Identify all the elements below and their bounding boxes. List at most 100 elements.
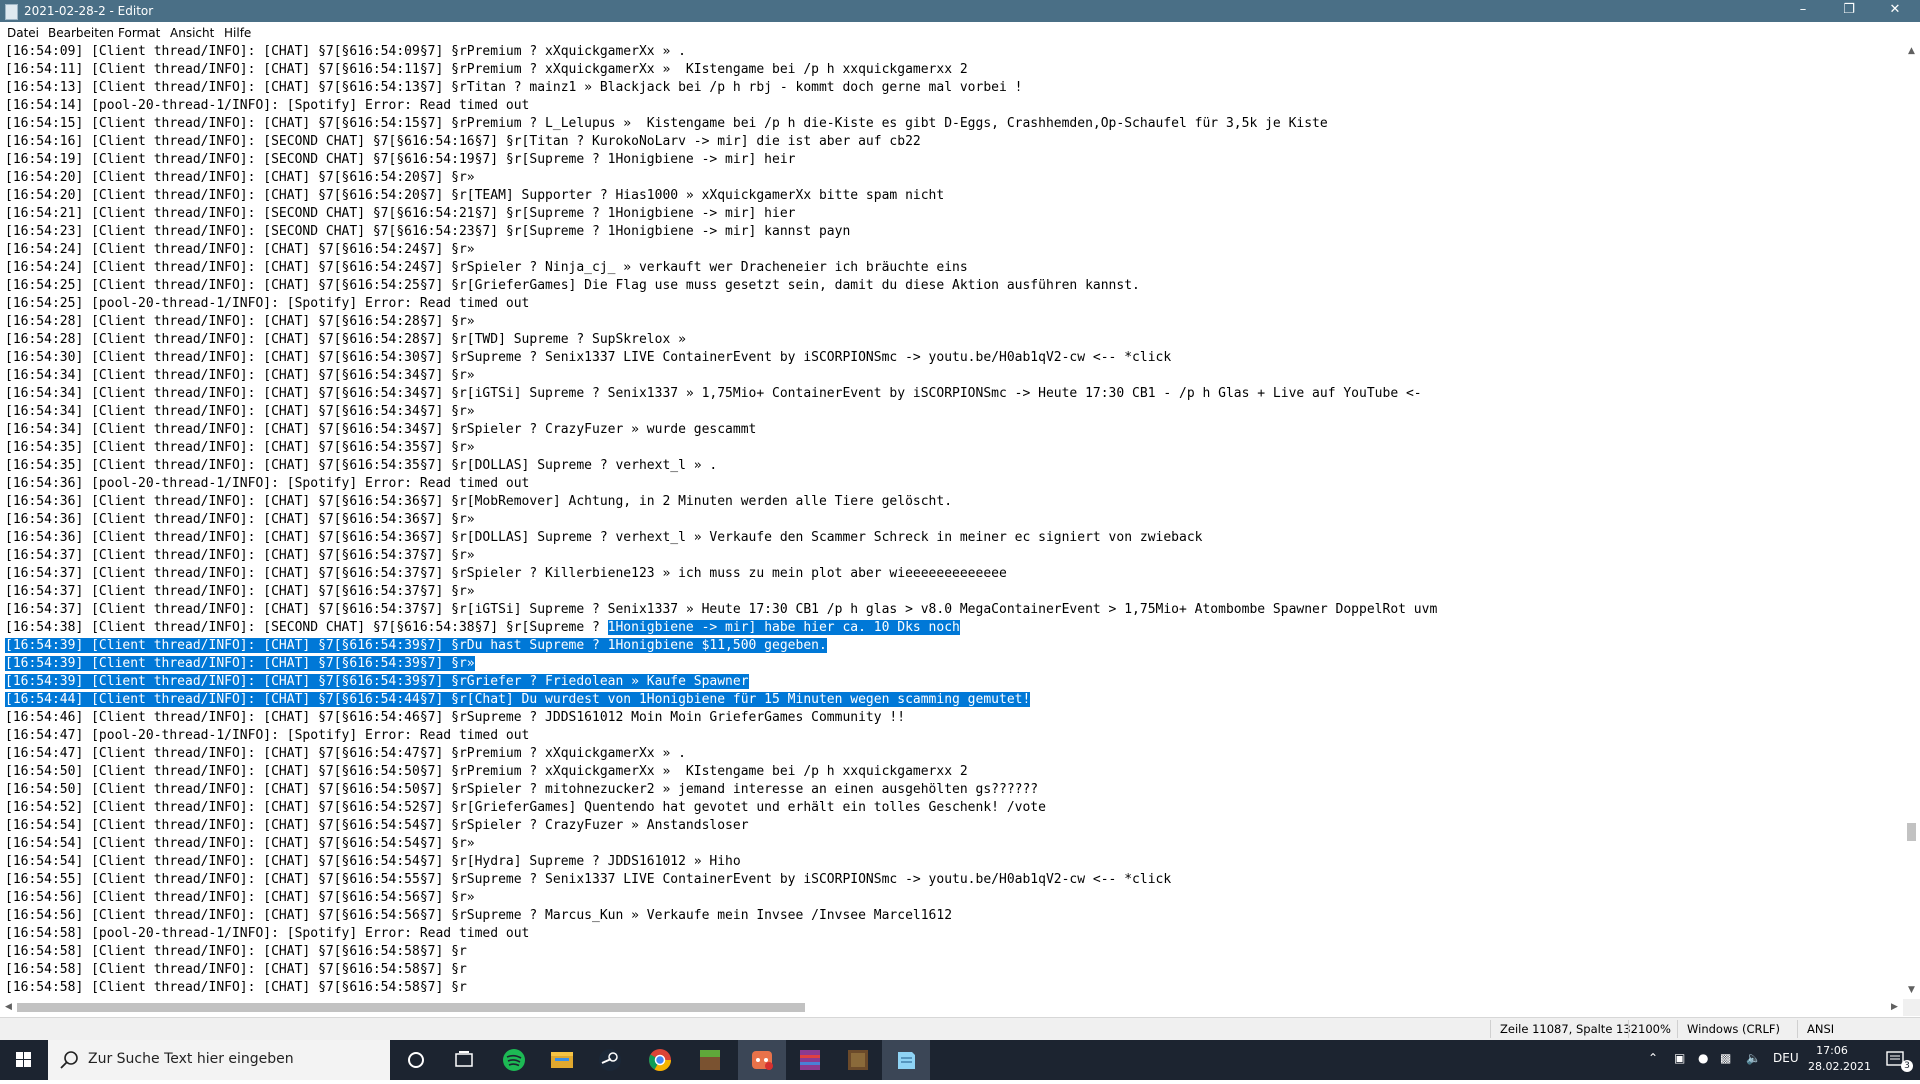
scroll-down-icon[interactable]: ▼ [1903, 982, 1920, 999]
cortana-icon[interactable] [392, 1040, 440, 1080]
log-line: [16:54:56] [Client thread/INFO]: [CHAT] … [5, 907, 952, 925]
log-line-text: [16:54:36] [Client thread/INFO]: [CHAT] … [5, 512, 475, 527]
log-line: [16:54:36] [pool-20-thread-1/INFO]: [Spo… [5, 475, 529, 493]
chrome-icon[interactable] [636, 1040, 684, 1080]
log-line-text: [16:54:58] [Client thread/INFO]: [CHAT] … [5, 962, 467, 977]
log-line-text: [16:54:28] [Client thread/INFO]: [CHAT] … [5, 314, 475, 329]
log-line-text: [16:54:46] [Client thread/INFO]: [CHAT] … [5, 710, 906, 725]
spotify-icon[interactable] [490, 1040, 538, 1080]
log-line: [16:54:35] [Client thread/INFO]: [CHAT] … [5, 457, 717, 475]
log-line: [16:54:47] [Client thread/INFO]: [CHAT] … [5, 745, 686, 763]
minecraft-launcher-icon[interactable] [834, 1040, 882, 1080]
log-line: [16:54:36] [Client thread/INFO]: [CHAT] … [5, 493, 952, 511]
steam-icon[interactable] [586, 1040, 634, 1080]
menu-format[interactable]: Format [118, 25, 160, 41]
log-line: [16:54:34] [Client thread/INFO]: [CHAT] … [5, 403, 475, 421]
menu-hilfe[interactable]: Hilfe [224, 25, 251, 41]
log-line-text: [16:54:25] [pool-20-thread-1/INFO]: [Spo… [5, 296, 530, 311]
menu-bearbeiten[interactable]: Bearbeiten [48, 25, 114, 41]
input-language[interactable]: DEU [1773, 1051, 1799, 1065]
winrar-icon[interactable] [786, 1040, 834, 1080]
horizontal-scrollbar[interactable]: ◀ ▶ [0, 999, 1903, 1016]
vertical-scrollbar[interactable]: ▲ ▼ [1903, 43, 1920, 999]
log-line-text: [16:54:34] [Client thread/INFO]: [CHAT] … [5, 404, 475, 419]
discord-icon[interactable] [738, 1040, 786, 1080]
log-line: [16:54:54] [Client thread/INFO]: [CHAT] … [5, 835, 475, 853]
log-line-text: [16:54:35] [Client thread/INFO]: [CHAT] … [5, 458, 718, 473]
volume-icon[interactable]: 🔈 [1746, 1051, 1761, 1065]
task-view-icon[interactable] [440, 1040, 488, 1080]
file-explorer-icon[interactable] [538, 1040, 586, 1080]
status-divider [1628, 1020, 1629, 1038]
log-line: [16:54:39] [Client thread/INFO]: [CHAT] … [5, 655, 475, 673]
cursor-position: Zeile 11087, Spalte 132 [1500, 1022, 1638, 1036]
scroll-corner [1903, 999, 1920, 1016]
notepad-icon[interactable] [882, 1040, 930, 1080]
menu-ansicht[interactable]: Ansicht [170, 25, 214, 41]
log-line: [16:54:09] [Client thread/INFO]: [CHAT] … [5, 43, 686, 61]
log-line-text: [16:54:58] [Client thread/INFO]: [CHAT] … [5, 980, 467, 995]
log-line: [16:54:47] [pool-20-thread-1/INFO]: [Spo… [5, 727, 529, 745]
log-line: [16:54:34] [Client thread/INFO]: [CHAT] … [5, 367, 475, 385]
minimize-button[interactable]: – [1780, 0, 1826, 22]
log-line-text: [16:54:58] [Client thread/INFO]: [CHAT] … [5, 944, 467, 959]
clock[interactable]: 17:06 28.02.2021 [1808, 1043, 1871, 1075]
network-adapter-icon[interactable]: ▣ [1674, 1051, 1685, 1065]
scroll-right-icon[interactable]: ▶ [1886, 999, 1903, 1016]
show-hidden-icons[interactable]: ⌃ [1648, 1051, 1658, 1065]
text-editor-area[interactable]: [16:54:09] [Client thread/INFO]: [CHAT] … [0, 43, 1903, 999]
search-placeholder: Zur Suche Text hier eingeben [88, 1051, 294, 1067]
log-line: [16:54:35] [Client thread/INFO]: [CHAT] … [5, 439, 475, 457]
log-line: [16:54:11] [Client thread/INFO]: [CHAT] … [5, 61, 968, 79]
log-line: [16:54:23] [Client thread/INFO]: [SECOND… [5, 223, 850, 241]
selected-text: [16:54:39] [Client thread/INFO]: [CHAT] … [5, 674, 749, 689]
line-ending: Windows (CRLF) [1687, 1022, 1781, 1036]
title-bar: 2021-02-28-2 - Editor – ❐ ✕ [0, 0, 1920, 22]
close-button[interactable]: ✕ [1872, 0, 1918, 22]
start-button[interactable] [0, 1040, 48, 1080]
status-bar: Zeile 11087, Spalte 132 100% Windows (CR… [0, 1017, 1920, 1041]
log-line-text: [16:54:20] [Client thread/INFO]: [CHAT] … [5, 188, 945, 203]
log-line-text: [16:54:14] [pool-20-thread-1/INFO]: [Spo… [5, 98, 530, 113]
log-line: [16:54:56] [Client thread/INFO]: [CHAT] … [5, 889, 475, 907]
status-divider [1797, 1020, 1798, 1038]
log-line-text: [16:54:47] [Client thread/INFO]: [CHAT] … [5, 746, 686, 761]
log-line-text: [16:54:34] [Client thread/INFO]: [CHAT] … [5, 368, 475, 383]
log-line: [16:54:24] [Client thread/INFO]: [CHAT] … [5, 259, 968, 277]
log-line-text: [16:54:36] [Client thread/INFO]: [CHAT] … [5, 530, 1203, 545]
clock-time: 17:06 [1816, 1044, 1848, 1057]
log-line: [16:54:58] [pool-20-thread-1/INFO]: [Spo… [5, 925, 529, 943]
scroll-left-icon[interactable]: ◀ [0, 999, 17, 1016]
log-line-text: [16:54:52] [Client thread/INFO]: [CHAT] … [5, 800, 1046, 815]
log-line: [16:54:38] [Client thread/INFO]: [SECOND… [5, 619, 960, 637]
log-line: [16:54:13] [Client thread/INFO]: [CHAT] … [5, 79, 1022, 97]
vertical-scroll-thumb[interactable] [1907, 823, 1916, 841]
log-line: [16:54:37] [Client thread/INFO]: [CHAT] … [5, 601, 1437, 619]
log-line-text: [16:54:37] [Client thread/INFO]: [CHAT] … [5, 548, 475, 563]
menu-datei[interactable]: Datei [7, 25, 39, 41]
scroll-up-icon[interactable]: ▲ [1903, 43, 1920, 60]
log-line-text: [16:54:21] [Client thread/INFO]: [SECOND… [5, 206, 796, 221]
minecraft-icon[interactable] [686, 1040, 734, 1080]
status-divider [1677, 1020, 1678, 1038]
taskbar-search[interactable]: Zur Suche Text hier eingeben [48, 1040, 390, 1080]
log-line: [16:54:46] [Client thread/INFO]: [CHAT] … [5, 709, 905, 727]
horizontal-scroll-thumb[interactable] [17, 1003, 805, 1012]
log-line-text: [16:54:55] [Client thread/INFO]: [CHAT] … [5, 872, 1172, 887]
clock-date: 28.02.2021 [1808, 1060, 1871, 1073]
log-line: [16:54:21] [Client thread/INFO]: [SECOND… [5, 205, 796, 223]
log-line: [16:54:58] [Client thread/INFO]: [CHAT] … [5, 961, 467, 979]
log-line: [16:54:30] [Client thread/INFO]: [CHAT] … [5, 349, 1171, 367]
search-icon [60, 1051, 78, 1069]
log-line: [16:54:58] [Client thread/INFO]: [CHAT] … [5, 979, 467, 997]
log-line: [16:54:37] [Client thread/INFO]: [CHAT] … [5, 547, 475, 565]
log-line-text: [16:54:28] [Client thread/INFO]: [CHAT] … [5, 332, 686, 347]
log-line-text: [16:54:56] [Client thread/INFO]: [CHAT] … [5, 890, 475, 905]
selected-text: [16:54:44] [Client thread/INFO]: [CHAT] … [5, 692, 1031, 707]
log-line-text: [16:54:36] [pool-20-thread-1/INFO]: [Spo… [5, 476, 530, 491]
log-line-text: [16:54:09] [Client thread/INFO]: [CHAT] … [5, 44, 686, 59]
microphone-icon[interactable]: ● [1698, 1051, 1708, 1065]
network-icon[interactable]: ▩ [1720, 1051, 1731, 1065]
notification-center-icon[interactable]: 3 [1872, 1040, 1920, 1080]
maximize-button[interactable]: ❐ [1826, 0, 1872, 22]
